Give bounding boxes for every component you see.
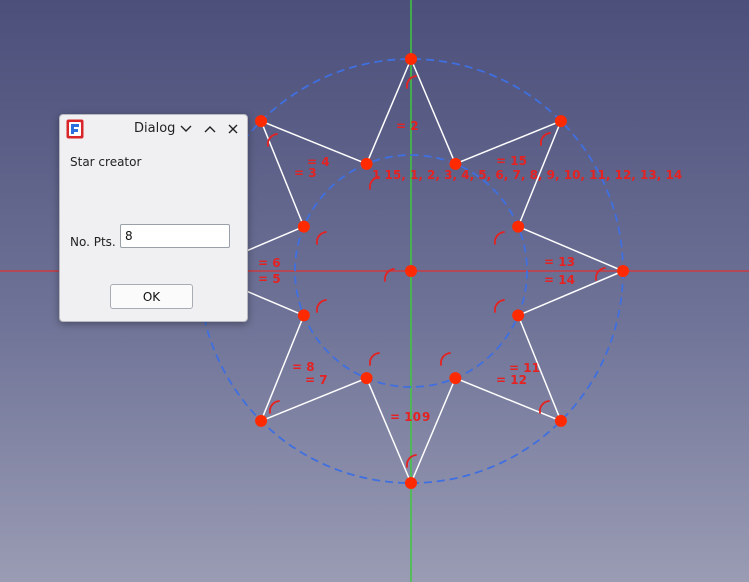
constraint-label: 1 15, 1, 2, 3, 4, 5, 6, 7, 8, 9, 10, 11,… — [372, 168, 682, 182]
constraint-label: = 3 — [294, 166, 317, 180]
constraint-label: = 15 — [496, 154, 527, 168]
constraint-icon — [269, 400, 280, 414]
sketch-point[interactable] — [512, 309, 525, 322]
constraint-label: = 8 — [292, 360, 315, 374]
constraint-icon — [440, 352, 451, 366]
constraint-label: = 2 — [396, 119, 419, 133]
sketch-point[interactable] — [554, 115, 567, 128]
constraint-icon — [595, 267, 606, 281]
star-edge[interactable] — [410, 377, 457, 484]
chevron-down-icon[interactable] — [178, 121, 194, 137]
star-edge[interactable] — [365, 377, 412, 484]
constraint-icon — [369, 352, 380, 366]
points-input[interactable] — [120, 224, 230, 248]
constraint-icon — [267, 133, 278, 147]
sketch-point[interactable] — [405, 53, 417, 65]
constraint-icon — [494, 299, 505, 313]
sketch-point[interactable] — [617, 265, 629, 277]
sketch-point[interactable] — [360, 372, 373, 385]
sketch-point[interactable] — [405, 477, 417, 489]
constraint-icon — [540, 132, 551, 146]
sketch-point[interactable] — [360, 157, 373, 170]
chevron-up-icon[interactable] — [202, 121, 218, 137]
constraint-icon — [316, 299, 327, 313]
close-icon[interactable] — [225, 121, 241, 137]
sketch-point[interactable] — [405, 265, 417, 277]
constraint-icon — [316, 231, 327, 245]
sketch-point[interactable] — [255, 414, 268, 427]
constraint-label: = 6 — [258, 256, 281, 270]
constraint-label: = 12 — [496, 373, 527, 387]
constraint-icon — [494, 231, 505, 245]
constraint-label: = 14 — [544, 273, 575, 287]
constraint-label: = 7 — [305, 373, 328, 387]
sketch-point[interactable] — [449, 372, 462, 385]
dialog-heading: Star creator — [70, 155, 142, 169]
constraint-icon — [539, 400, 550, 414]
constraint-label: = 5 — [258, 272, 281, 286]
sketch-point[interactable] — [512, 220, 525, 233]
freecad-icon — [66, 119, 84, 139]
star-creator-dialog: Dialog Star creator No. Pts. OK — [59, 114, 248, 322]
constraint-label: = 13 — [544, 255, 575, 269]
sketch-point[interactable] — [554, 414, 567, 427]
constraint-label: 9 — [422, 410, 430, 424]
constraint-label: = 10 — [390, 410, 421, 424]
ok-button[interactable]: OK — [110, 284, 193, 309]
star-edge[interactable] — [365, 58, 412, 165]
dialog-titlebar[interactable]: Dialog — [60, 115, 247, 143]
star-edge[interactable] — [410, 58, 457, 165]
sketch-point[interactable] — [255, 115, 268, 128]
dialog-title: Dialog — [134, 121, 176, 136]
points-label: No. Pts. — [70, 235, 116, 249]
sketch-point[interactable] — [297, 220, 310, 233]
sketch-point[interactable] — [297, 309, 310, 322]
